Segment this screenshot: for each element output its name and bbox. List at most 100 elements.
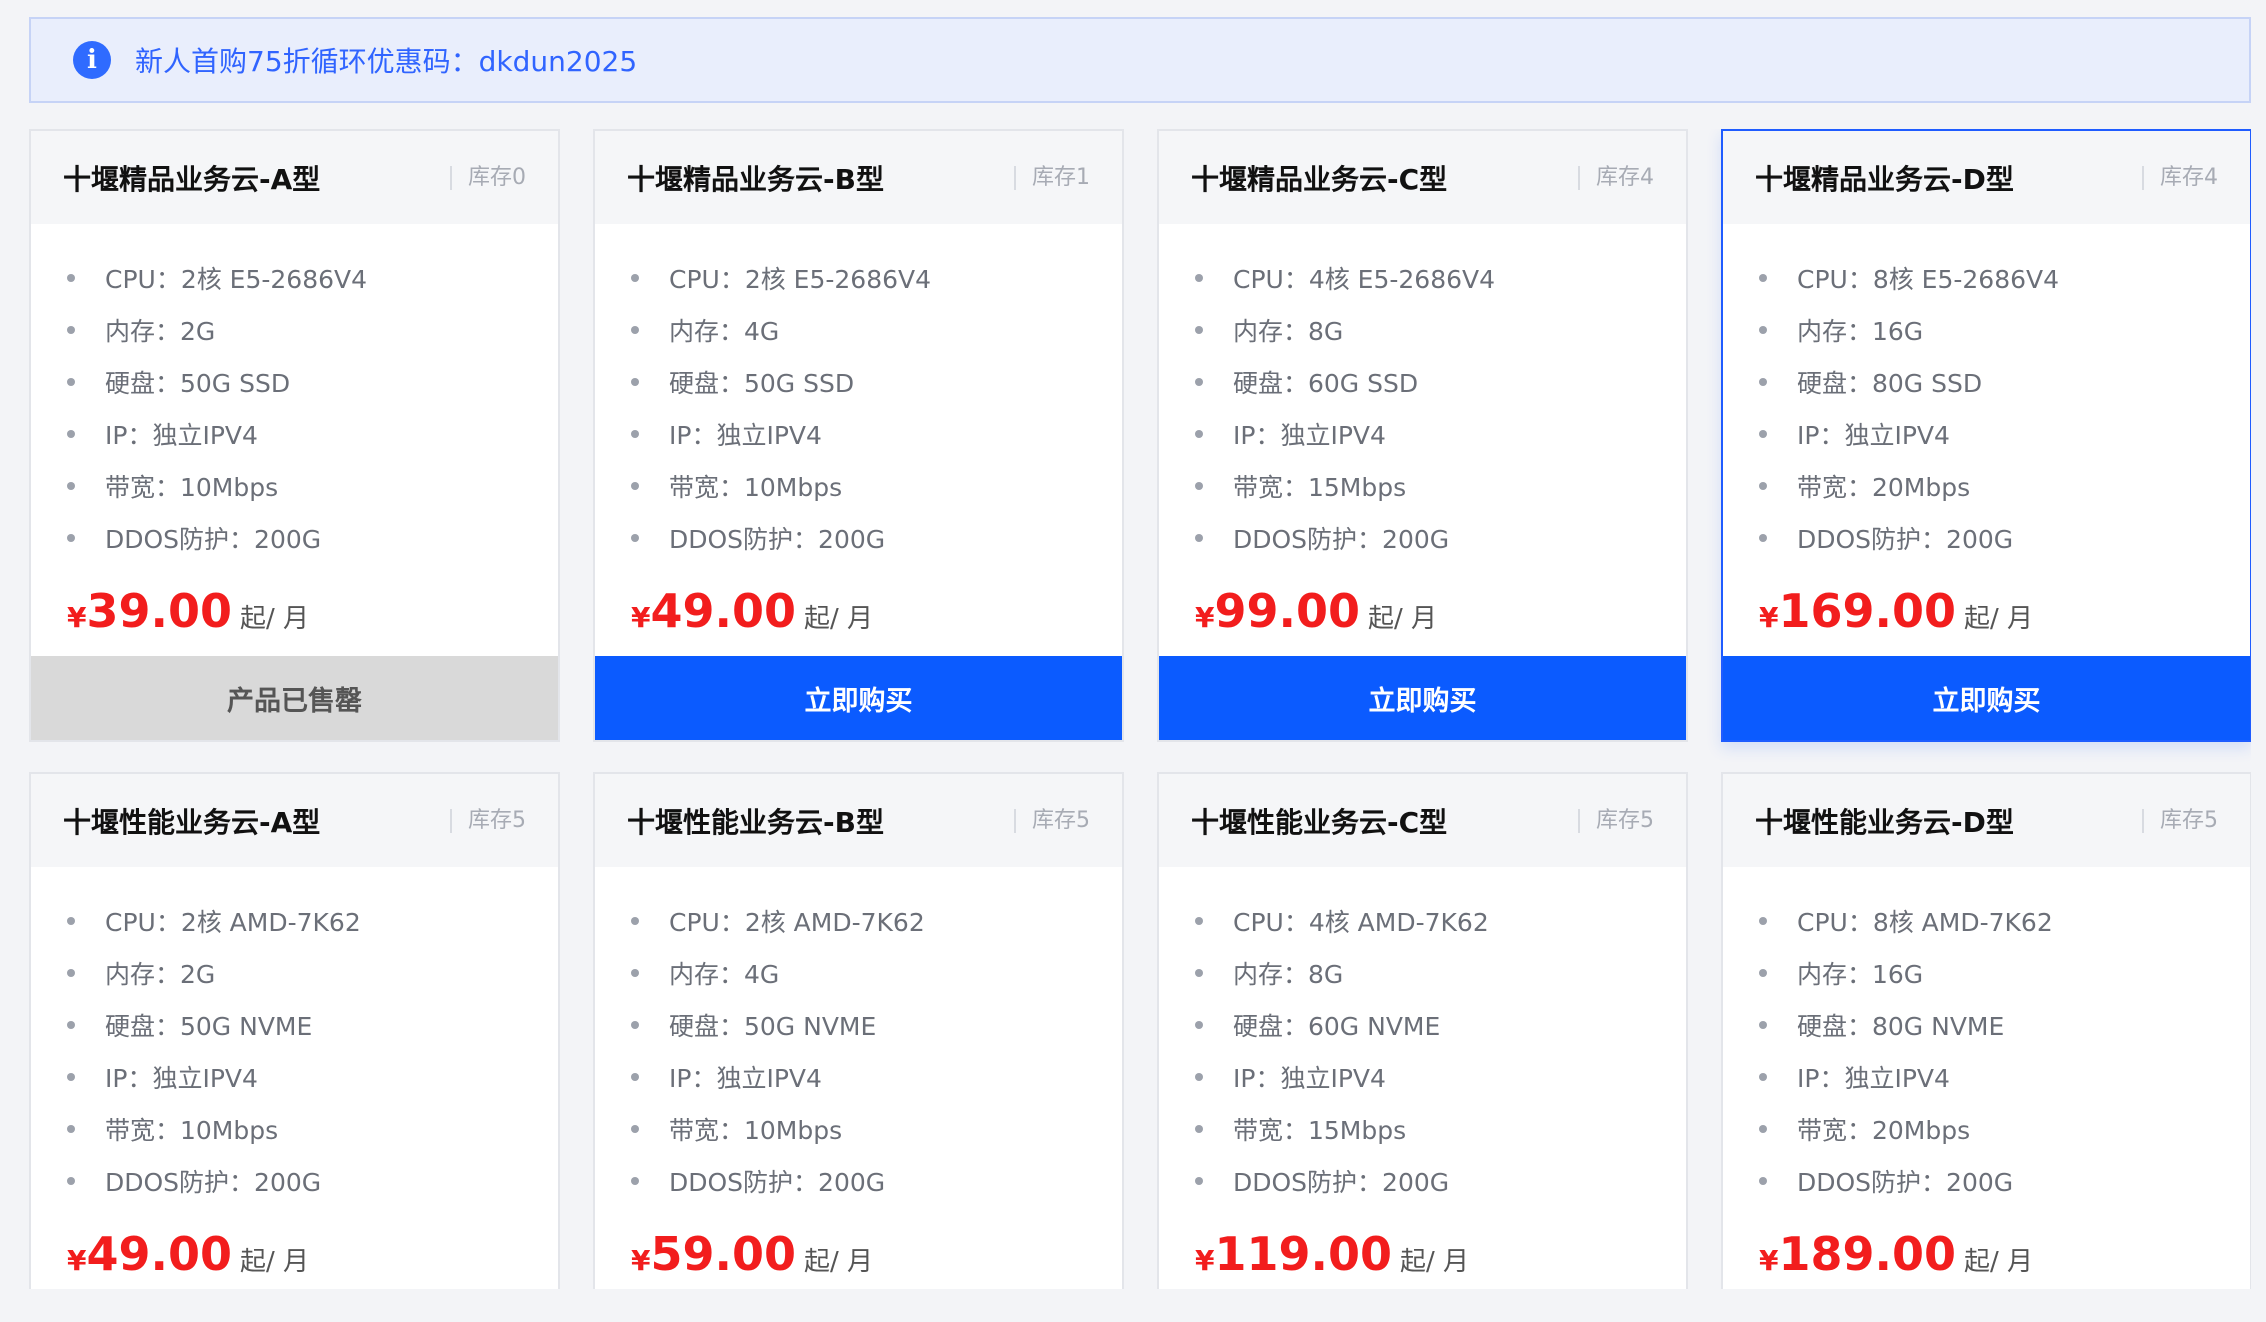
price-amount: 49.00 <box>86 1227 232 1281</box>
spec-text: 带宽：15Mbps <box>1233 473 1407 502</box>
spec-item: DDOS防护：200G <box>67 1155 558 1207</box>
info-icon: i <box>73 41 111 79</box>
spec-item: CPU：2核 E5-2686V4 <box>67 252 558 304</box>
spec-text: 硬盘：60G SSD <box>1233 369 1419 398</box>
spec-item: 带宽：10Mbps <box>67 460 558 512</box>
bullet-dot-icon <box>67 1073 75 1081</box>
bullet-dot-icon <box>1195 969 1203 977</box>
price-unit: 起/ 月 <box>804 604 874 634</box>
spec-list: CPU：8核 E5-2686V4 内存：16G 硬盘：80G SSD IP：独立… <box>1723 224 2250 564</box>
bullet-dot-icon <box>1759 1021 1767 1029</box>
bullet-dot-icon <box>631 969 639 977</box>
spec-text: CPU：2核 E5-2686V4 <box>105 265 368 294</box>
spec-text: DDOS防护：200G <box>1233 525 1450 554</box>
buy-now-button[interactable]: 立即购买 <box>595 656 1122 740</box>
buy-now-button[interactable]: 立即购买 <box>1723 656 2250 740</box>
price-row: ¥ 169.00 起/ 月 <box>1723 564 2250 638</box>
bullet-dot-icon <box>631 1125 639 1133</box>
spec-item: 内存：16G <box>1759 947 2250 999</box>
bullet-dot-icon <box>631 482 639 490</box>
spec-item: CPU：2核 AMD-7K62 <box>631 895 1122 947</box>
spec-text: CPU：2核 AMD-7K62 <box>105 908 361 937</box>
bullet-dot-icon <box>1195 917 1203 925</box>
product-card: 十堰性能业务云-A型 库存5 CPU：2核 AMD-7K62 内存：2G 硬盘：… <box>29 772 560 1289</box>
bullet-dot-icon <box>1195 482 1203 490</box>
spec-item: IP：独立IPV4 <box>1759 1051 2250 1103</box>
bullet-dot-icon <box>1195 430 1203 438</box>
bullet-dot-icon <box>1759 1177 1767 1185</box>
bullet-dot-icon <box>631 274 639 282</box>
bullet-dot-icon <box>1759 378 1767 386</box>
spec-list: CPU：4核 AMD-7K62 内存：8G 硬盘：60G NVME IP：独立I… <box>1159 867 1686 1207</box>
spec-item: DDOS防护：200G <box>1195 512 1686 564</box>
spec-item: CPU：2核 E5-2686V4 <box>631 252 1122 304</box>
spec-text: DDOS防护：200G <box>1797 1168 2014 1197</box>
spec-item: DDOS防护：200G <box>1195 1155 1686 1207</box>
product-card: 十堰精品业务云-D型 库存4 CPU：8核 E5-2686V4 内存：16G 硬… <box>1721 129 2251 742</box>
spec-item: DDOS防护：200G <box>631 1155 1122 1207</box>
spec-item: IP：独立IPV4 <box>67 408 558 460</box>
bullet-dot-icon <box>67 378 75 386</box>
spec-text: 带宽：10Mbps <box>105 1116 279 1145</box>
price-row: ¥ 99.00 起/ 月 <box>1159 564 1686 638</box>
stock-label: 库存5 <box>2142 808 2218 833</box>
currency-symbol: ¥ <box>1759 601 1779 634</box>
spec-text: CPU：4核 E5-2686V4 <box>1233 265 1496 294</box>
bullet-dot-icon <box>1759 326 1767 334</box>
price-unit: 起/ 月 <box>1964 604 2034 634</box>
spec-text: 硬盘：80G NVME <box>1797 1012 2005 1041</box>
spec-item: 内存：2G <box>67 947 558 999</box>
bullet-dot-icon <box>631 1021 639 1029</box>
spec-text: 内存：8G <box>1233 960 1344 989</box>
spec-text: IP：独立IPV4 <box>1233 1064 1386 1093</box>
spec-text: CPU：4核 AMD-7K62 <box>1233 908 1489 937</box>
spec-item: IP：独立IPV4 <box>1759 408 2250 460</box>
spec-item: 硬盘：50G SSD <box>631 356 1122 408</box>
spec-text: 硬盘：50G SSD <box>105 369 291 398</box>
spec-text: 硬盘：60G NVME <box>1233 1012 1441 1041</box>
spec-list: CPU：2核 E5-2686V4 内存：2G 硬盘：50G SSD IP：独立I… <box>31 224 558 564</box>
product-card: 十堰精品业务云-A型 库存0 CPU：2核 E5-2686V4 内存：2G 硬盘… <box>29 129 560 742</box>
spec-text: CPU：2核 E5-2686V4 <box>669 265 932 294</box>
bullet-dot-icon <box>1759 534 1767 542</box>
price-unit: 起/ 月 <box>1368 604 1438 634</box>
spec-item: 带宽：10Mbps <box>67 1103 558 1155</box>
bullet-dot-icon <box>1759 274 1767 282</box>
price-unit: 起/ 月 <box>1400 1247 1470 1277</box>
card-header: 十堰精品业务云-D型 库存4 <box>1723 131 2250 224</box>
bullet-dot-icon <box>1759 1073 1767 1081</box>
bullet-dot-icon <box>67 534 75 542</box>
spec-text: DDOS防护：200G <box>1797 525 2014 554</box>
product-card: 十堰性能业务云-C型 库存5 CPU：4核 AMD-7K62 内存：8G 硬盘：… <box>1157 772 1688 1289</box>
bullet-dot-icon <box>67 274 75 282</box>
spec-text: 硬盘：50G NVME <box>669 1012 877 1041</box>
buy-now-button[interactable]: 立即购买 <box>1159 656 1686 740</box>
price-unit: 起/ 月 <box>240 604 310 634</box>
bullet-dot-icon <box>67 326 75 334</box>
price-amount: 39.00 <box>86 584 232 638</box>
bullet-dot-icon <box>1759 917 1767 925</box>
product-card: 十堰精品业务云-B型 库存1 CPU：2核 E5-2686V4 内存：4G 硬盘… <box>593 129 1124 742</box>
price-row: ¥ 189.00 起/ 月 <box>1723 1207 2250 1281</box>
card-header: 十堰精品业务云-A型 库存0 <box>31 131 558 224</box>
product-title: 十堰精品业务云-B型 <box>627 162 884 196</box>
spec-item: 带宽：15Mbps <box>1195 1103 1686 1155</box>
bullet-dot-icon <box>67 1177 75 1185</box>
product-title: 十堰精品业务云-C型 <box>1191 162 1448 196</box>
card-header: 十堰精品业务云-C型 库存4 <box>1159 131 1686 224</box>
stock-label: 库存5 <box>450 808 526 833</box>
spec-item: DDOS防护：200G <box>1759 1155 2250 1207</box>
spec-text: DDOS防护：200G <box>1233 1168 1450 1197</box>
spec-text: 带宽：10Mbps <box>669 1116 843 1145</box>
product-title: 十堰精品业务云-A型 <box>63 162 321 196</box>
price-row: ¥ 39.00 起/ 月 <box>31 564 558 638</box>
spec-text: IP：独立IPV4 <box>669 421 822 450</box>
spec-item: 硬盘：50G NVME <box>67 999 558 1051</box>
currency-symbol: ¥ <box>1195 1244 1215 1277</box>
spec-text: DDOS防护：200G <box>669 525 886 554</box>
spec-text: 硬盘：80G SSD <box>1797 369 1983 398</box>
page: i 新人首购75折循环优惠码：dkdun2025 十堰精品业务云-A型 库存0 … <box>0 0 2266 1322</box>
spec-text: IP：独立IPV4 <box>105 1064 258 1093</box>
product-card: 十堰性能业务云-D型 库存5 CPU：8核 AMD-7K62 内存：16G 硬盘… <box>1721 772 2251 1289</box>
product-title: 十堰性能业务云-C型 <box>1191 805 1448 839</box>
